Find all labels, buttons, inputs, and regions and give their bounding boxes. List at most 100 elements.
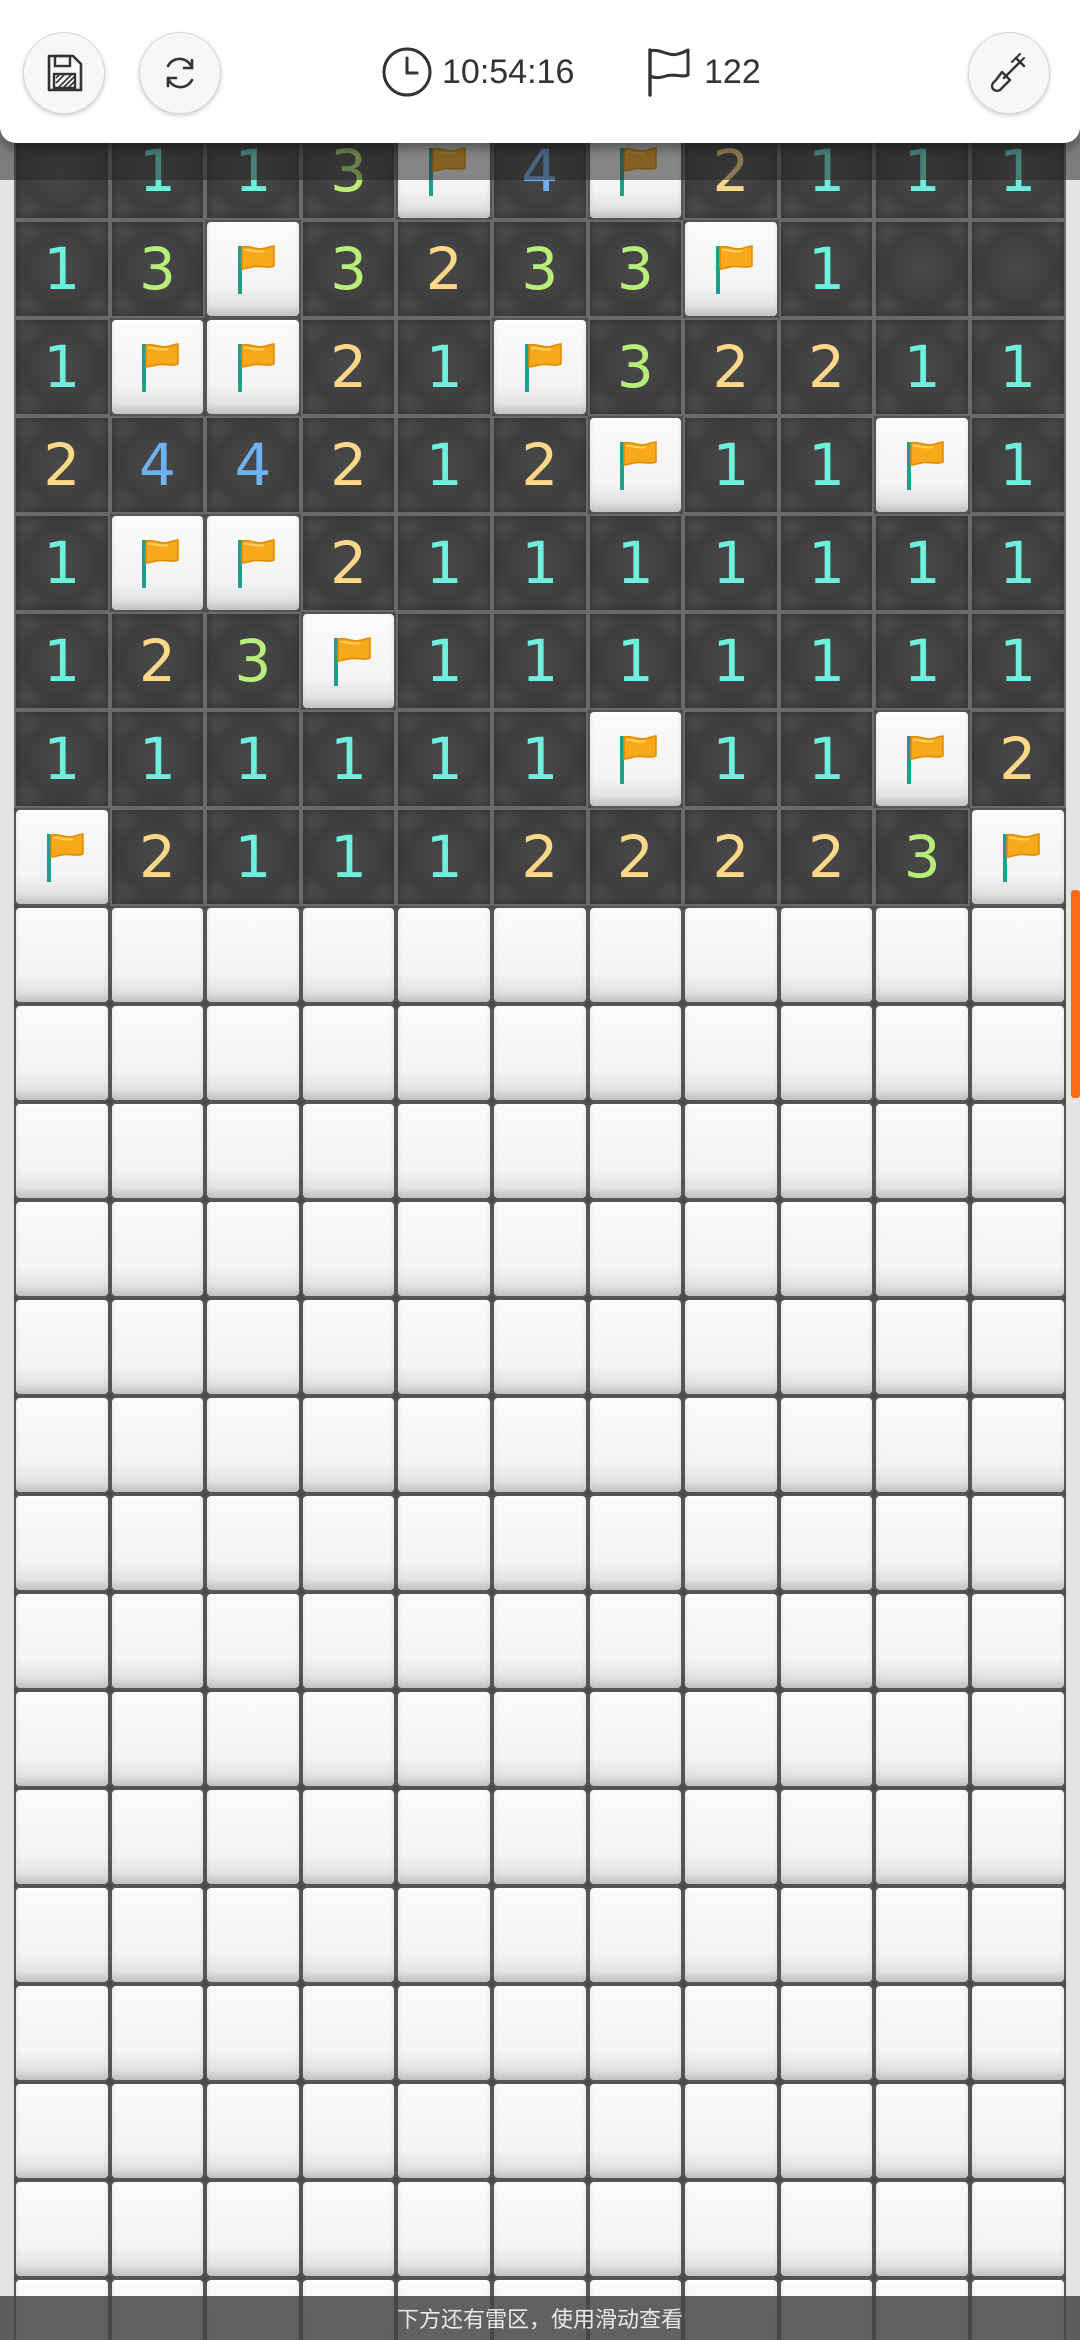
save-button[interactable] <box>23 32 105 114</box>
unopened-cell[interactable] <box>587 1984 684 2082</box>
flagged-cell[interactable] <box>300 612 397 710</box>
unopened-cell[interactable] <box>874 1592 970 1690</box>
unopened-cell[interactable] <box>205 2082 301 2180</box>
unopened-cell[interactable] <box>587 1004 684 1102</box>
dig-mode-button[interactable] <box>968 32 1050 114</box>
unopened-cell[interactable] <box>778 1592 875 1690</box>
unopened-cell[interactable] <box>778 1200 875 1298</box>
number-cell[interactable]: 1 <box>300 710 397 808</box>
number-cell[interactable]: 1 <box>874 318 970 416</box>
unopened-cell[interactable] <box>778 1102 875 1200</box>
unopened-cell[interactable] <box>396 1592 492 1690</box>
flagged-cell[interactable] <box>109 318 206 416</box>
unopened-cell[interactable] <box>109 1200 206 1298</box>
number-cell[interactable]: 2 <box>300 514 397 612</box>
number-cell[interactable]: 1 <box>396 514 492 612</box>
unopened-cell[interactable] <box>14 1200 110 1298</box>
unopened-cell[interactable] <box>396 1298 492 1396</box>
unopened-cell[interactable] <box>396 1004 492 1102</box>
unopened-cell[interactable] <box>683 1298 779 1396</box>
unopened-cell[interactable] <box>491 1102 588 1200</box>
minefield-grid[interactable]: 1134211113323311213221124421211112111111… <box>14 122 1066 2340</box>
unopened-cell[interactable] <box>205 1494 301 1592</box>
unopened-cell[interactable] <box>109 1592 206 1690</box>
unopened-cell[interactable] <box>969 1200 1066 1298</box>
number-cell[interactable]: 1 <box>969 416 1066 514</box>
unopened-cell[interactable] <box>491 1396 588 1494</box>
flagged-cell[interactable] <box>491 318 588 416</box>
unopened-cell[interactable] <box>683 1788 779 1886</box>
unopened-cell[interactable] <box>14 1886 110 1984</box>
unopened-cell[interactable] <box>778 906 875 1004</box>
unopened-cell[interactable] <box>300 1396 397 1494</box>
unopened-cell[interactable] <box>109 2082 206 2180</box>
unopened-cell[interactable] <box>969 1396 1066 1494</box>
unopened-cell[interactable] <box>683 1494 779 1592</box>
number-cell[interactable]: 2 <box>491 416 588 514</box>
unopened-cell[interactable] <box>109 1494 206 1592</box>
number-cell[interactable]: 1 <box>14 514 110 612</box>
number-cell[interactable]: 1 <box>874 612 970 710</box>
unopened-cell[interactable] <box>205 1788 301 1886</box>
unopened-cell[interactable] <box>396 1788 492 1886</box>
unopened-cell[interactable] <box>587 1494 684 1592</box>
number-cell[interactable]: 1 <box>587 514 684 612</box>
unopened-cell[interactable] <box>300 2180 397 2278</box>
unopened-cell[interactable] <box>396 1690 492 1788</box>
unopened-cell[interactable] <box>300 1200 397 1298</box>
minefield-viewport[interactable]: 1134211113323311213221124421211112111111… <box>14 108 1066 2340</box>
number-cell[interactable]: 1 <box>778 514 875 612</box>
number-cell[interactable]: 1 <box>874 514 970 612</box>
unopened-cell[interactable] <box>491 1984 588 2082</box>
unopened-cell[interactable] <box>491 1004 588 1102</box>
number-cell[interactable]: 1 <box>969 514 1066 612</box>
unopened-cell[interactable] <box>778 2180 875 2278</box>
unopened-cell[interactable] <box>587 1886 684 1984</box>
unopened-cell[interactable] <box>969 2180 1066 2278</box>
unopened-cell[interactable] <box>109 1788 206 1886</box>
number-cell[interactable]: 1 <box>683 416 779 514</box>
unopened-cell[interactable] <box>491 1886 588 1984</box>
number-cell[interactable]: 1 <box>14 710 110 808</box>
number-cell[interactable]: 1 <box>14 612 110 710</box>
unopened-cell[interactable] <box>969 1592 1066 1690</box>
unopened-cell[interactable] <box>683 2180 779 2278</box>
unopened-cell[interactable] <box>14 2082 110 2180</box>
unopened-cell[interactable] <box>300 1984 397 2082</box>
unopened-cell[interactable] <box>683 1200 779 1298</box>
number-cell[interactable]: 2 <box>109 808 206 906</box>
unopened-cell[interactable] <box>969 1984 1066 2082</box>
unopened-cell[interactable] <box>587 1396 684 1494</box>
flagged-cell[interactable] <box>587 416 684 514</box>
unopened-cell[interactable] <box>205 1396 301 1494</box>
flagged-cell[interactable] <box>683 220 779 318</box>
unopened-cell[interactable] <box>396 1200 492 1298</box>
number-cell[interactable]: 1 <box>969 318 1066 416</box>
number-cell[interactable]: 2 <box>587 808 684 906</box>
unopened-cell[interactable] <box>969 2082 1066 2180</box>
flagged-cell[interactable] <box>205 514 301 612</box>
unopened-cell[interactable] <box>778 1788 875 1886</box>
number-cell[interactable]: 3 <box>300 220 397 318</box>
flagged-cell[interactable] <box>874 416 970 514</box>
flagged-cell[interactable] <box>969 808 1066 906</box>
unopened-cell[interactable] <box>109 1886 206 1984</box>
unopened-cell[interactable] <box>778 2082 875 2180</box>
unopened-cell[interactable] <box>874 1298 970 1396</box>
unopened-cell[interactable] <box>300 1102 397 1200</box>
unopened-cell[interactable] <box>587 906 684 1004</box>
number-cell[interactable]: 1 <box>396 808 492 906</box>
unopened-cell[interactable] <box>874 1788 970 1886</box>
number-cell[interactable]: 2 <box>778 318 875 416</box>
number-cell[interactable]: 2 <box>300 416 397 514</box>
number-cell[interactable]: 1 <box>14 318 110 416</box>
number-cell[interactable]: 1 <box>778 220 875 318</box>
unopened-cell[interactable] <box>109 1984 206 2082</box>
unopened-cell[interactable] <box>14 1298 110 1396</box>
number-cell[interactable]: 1 <box>109 710 206 808</box>
unopened-cell[interactable] <box>300 1494 397 1592</box>
unopened-cell[interactable] <box>874 1396 970 1494</box>
flagged-cell[interactable] <box>14 808 110 906</box>
unopened-cell[interactable] <box>874 1984 970 2082</box>
unopened-cell[interactable] <box>300 906 397 1004</box>
